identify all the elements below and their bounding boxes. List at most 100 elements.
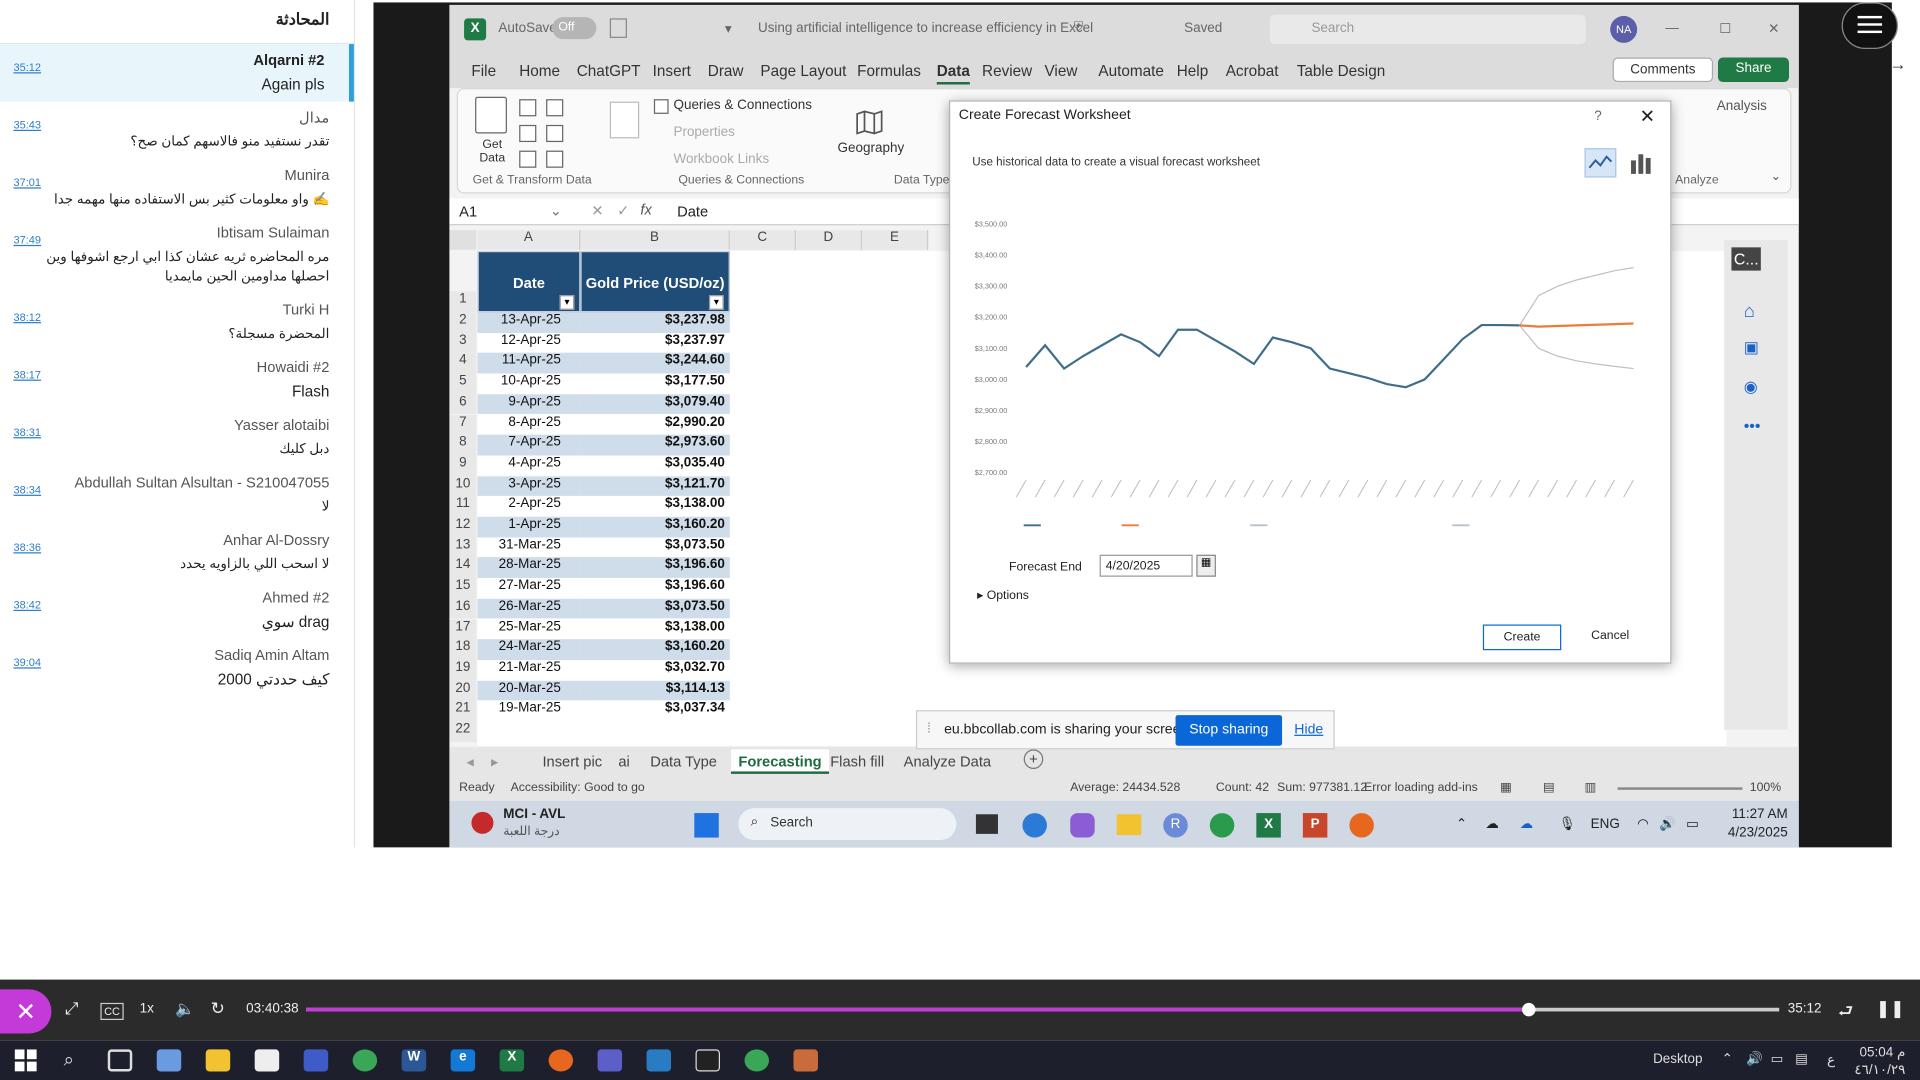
from-picture-icon[interactable] xyxy=(546,150,564,168)
inner-clock-time[interactable]: 11:27 AM xyxy=(1729,807,1788,822)
from-table-icon[interactable] xyxy=(519,150,537,168)
hamburger-menu-button[interactable] xyxy=(1841,2,1898,49)
task-view-icon[interactable] xyxy=(107,1049,133,1072)
row-header[interactable]: 20 xyxy=(449,680,477,701)
ribbon-tab-formulas[interactable]: Formulas xyxy=(857,62,921,79)
scroll-left-icon[interactable]: ◂ xyxy=(467,753,474,770)
clock-date[interactable]: ٤٦/١٠/٢٩ xyxy=(1847,1062,1905,1078)
date-cell[interactable]: 20-Mar-25 xyxy=(477,680,581,701)
message-timestamp-link[interactable]: 39:04 xyxy=(13,656,41,668)
row-header[interactable]: 19 xyxy=(449,659,477,681)
filter-dropdown-icon[interactable]: ▾ xyxy=(708,295,724,310)
message-timestamp-link[interactable]: 35:43 xyxy=(13,119,41,131)
fullscreen-icon[interactable]: ⤢ xyxy=(65,998,79,1019)
edge-icon[interactable]: e xyxy=(450,1049,476,1072)
column-header[interactable]: E xyxy=(862,230,929,250)
message-timestamp-link[interactable]: 38:12 xyxy=(13,311,41,323)
hide-share-bar-link[interactable]: Hide xyxy=(1294,722,1323,737)
row-header[interactable]: 5 xyxy=(449,373,477,395)
chat-message-list[interactable]: 35:12 Alqarni #2 Again pls 35:43 مدال تقدر نس… xyxy=(0,44,354,697)
customize-icon[interactable]: ▾ xyxy=(725,21,732,37)
excel-icon[interactable]: X xyxy=(499,1049,525,1072)
ribbon-tab-insert[interactable]: Insert xyxy=(653,62,691,79)
zoom-level[interactable]: 100% xyxy=(1750,781,1781,794)
existing-connections-icon[interactable] xyxy=(546,124,564,143)
message-timestamp-link[interactable]: 37:49 xyxy=(13,234,41,246)
loop-icon[interactable]: ⮐ xyxy=(1838,998,1853,1027)
from-text-icon[interactable] xyxy=(519,99,537,117)
options-expander[interactable]: ▸ Options xyxy=(977,589,1029,602)
file-explorer-icon[interactable] xyxy=(205,1049,231,1072)
normal-view-icon[interactable]: ▦ xyxy=(1500,781,1512,794)
confirm-entry-icon[interactable]: ✓ xyxy=(617,202,629,219)
weather-widget-icon[interactable] xyxy=(471,811,494,834)
row-header[interactable]: 3 xyxy=(449,332,477,354)
row-header[interactable]: 16 xyxy=(449,598,477,619)
home-icon[interactable]: ⌂ xyxy=(1744,301,1755,322)
store-icon[interactable] xyxy=(254,1049,280,1072)
date-cell[interactable]: 9-Apr-25 xyxy=(477,394,581,415)
price-cell[interactable]: $3,032.70 xyxy=(580,659,730,681)
help-icon[interactable]: ? xyxy=(1594,109,1602,124)
formula-input[interactable]: Date xyxy=(677,203,708,220)
analysis-button[interactable]: Analysis xyxy=(1717,99,1767,114)
forecast-end-input[interactable]: 4/20/2025 xyxy=(1099,554,1193,577)
ribbon-tab-review[interactable]: Review xyxy=(982,62,1032,79)
input-language[interactable]: ع xyxy=(1827,1052,1835,1068)
row-header[interactable]: 2 xyxy=(449,312,477,333)
tray-chevron-icon[interactable]: ⌃ xyxy=(1722,1051,1733,1067)
message-timestamp-link[interactable]: 37:01 xyxy=(13,176,41,188)
price-cell[interactable]: $3,237.97 xyxy=(580,332,730,354)
date-cell[interactable]: 27-Mar-25 xyxy=(477,578,581,599)
wifi-icon[interactable]: ◠ xyxy=(1637,816,1649,832)
row-header[interactable]: 13 xyxy=(449,537,477,558)
date-cell[interactable]: 26-Mar-25 xyxy=(477,598,581,619)
volume-icon[interactable]: 🔈 xyxy=(175,999,195,1019)
price-cell[interactable]: $3,073.50 xyxy=(580,537,730,558)
date-cell[interactable]: 25-Mar-25 xyxy=(477,618,581,640)
briefcase-icon[interactable]: ▣ xyxy=(1744,338,1759,358)
arrow-right-icon[interactable]: → xyxy=(1889,54,1906,74)
row-header[interactable]: 21 xyxy=(449,700,477,722)
side-pane-title[interactable]: C... xyxy=(1731,247,1762,271)
add-sheet-icon[interactable]: + xyxy=(1023,749,1044,769)
search-icon[interactable]: ⌕ xyxy=(64,1049,74,1070)
workbook-links-button[interactable]: Workbook Links xyxy=(673,152,769,167)
price-cell[interactable]: $3,244.60 xyxy=(580,353,730,374)
file-explorer-icon[interactable] xyxy=(1116,814,1142,836)
chrome-icon[interactable] xyxy=(1209,813,1235,838)
row-header[interactable]: 12 xyxy=(449,516,477,538)
bot-icon[interactable]: ◉ xyxy=(1744,377,1758,397)
row-header[interactable]: 22 xyxy=(449,721,477,742)
date-cell[interactable]: 7-Apr-25 xyxy=(477,434,581,456)
message-timestamp-link[interactable]: 38:17 xyxy=(13,369,41,381)
volume-icon[interactable]: 🔊 xyxy=(1659,816,1676,832)
firefox-icon[interactable] xyxy=(548,1049,574,1072)
more-icon[interactable]: ••• xyxy=(1744,416,1761,434)
price-cell[interactable]: $3,114.13 xyxy=(580,680,730,701)
price-cell[interactable]: $3,138.00 xyxy=(580,618,730,640)
ribbon-tab-home[interactable]: Home xyxy=(519,62,560,79)
column-header[interactable]: B xyxy=(580,230,730,250)
playback-progress-bar[interactable] xyxy=(306,1002,1780,1017)
drag-handle-icon[interactable]: ⁞ xyxy=(927,721,931,736)
date-cell[interactable]: 12-Apr-25 xyxy=(477,332,581,354)
geography-icon[interactable] xyxy=(855,109,884,136)
user-avatar[interactable]: NA xyxy=(1610,15,1638,43)
ribbon-tab-help[interactable]: Help xyxy=(1177,62,1208,79)
properties-button[interactable]: Properties xyxy=(673,125,734,140)
chrome-icon[interactable] xyxy=(352,1049,378,1072)
row-header[interactable]: 6 xyxy=(449,394,477,415)
price-cell[interactable]: $2,973.60 xyxy=(580,434,730,456)
column-chart-type-button[interactable] xyxy=(1626,148,1655,177)
calendar-icon[interactable]: ▦ xyxy=(1196,554,1216,577)
date-cell[interactable]: 2-Apr-25 xyxy=(477,496,581,517)
ribbon-tab-chatgpt[interactable]: ChatGPT xyxy=(577,62,641,79)
sheet-tab[interactable]: Flash fill xyxy=(830,753,884,770)
price-cell[interactable]: $3,237.98 xyxy=(580,312,730,333)
taskbar-search-input[interactable]: Search xyxy=(738,808,957,841)
teams-icon[interactable] xyxy=(597,1049,623,1072)
onedrive-icon[interactable]: ☁ xyxy=(1485,816,1498,832)
date-cell[interactable]: 4-Apr-25 xyxy=(477,455,581,476)
clock-time[interactable]: 05:04 م xyxy=(1851,1044,1906,1061)
